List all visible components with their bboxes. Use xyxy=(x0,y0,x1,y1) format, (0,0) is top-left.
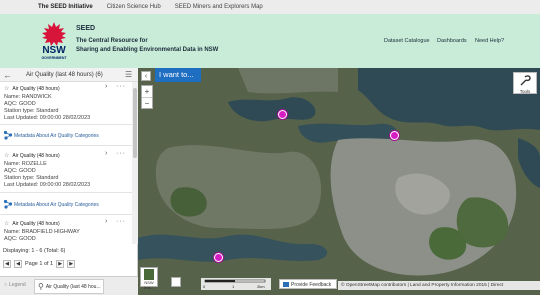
station-name: Name: ROZELLE xyxy=(4,161,47,167)
tab-label: Air Quality (last 48 hou... xyxy=(45,283,101,290)
station-marker-bradfield-highway[interactable] xyxy=(390,131,399,140)
basemap-nsw-imagery-button[interactable]: NSW Ima... xyxy=(140,267,158,290)
metadata-icon xyxy=(3,199,13,209)
zoom-out-button[interactable]: − xyxy=(142,97,152,108)
station-name: Name: BRADFIELD HIGHWAY xyxy=(4,229,80,235)
wrench-icon xyxy=(520,75,531,86)
tools-button[interactable]: Tools xyxy=(513,72,537,94)
zoom-in-button[interactable]: + xyxy=(142,86,152,97)
provide-feedback-button[interactable]: Provide Feedback xyxy=(279,279,337,289)
dashboards-link[interactable]: Dashboards xyxy=(437,38,467,44)
zoom-control: + − xyxy=(141,85,153,109)
scale-bar: 0 1 2km xyxy=(201,278,271,290)
results-list: ☆ Air Quality (48 hours) › ··· Name: RAND… xyxy=(0,82,132,244)
legend-label: Legend xyxy=(9,282,26,288)
legend-icon: ○ xyxy=(4,282,8,288)
scale-label: 1 xyxy=(232,284,235,289)
panel-header: ← Air Quality (last 48 hours) (6) ☰ xyxy=(0,68,138,82)
satellite-imagery xyxy=(138,68,540,295)
layers-icon xyxy=(144,269,154,280)
page-indicator: Page 1 of 1 xyxy=(25,261,54,267)
station-marker[interactable] xyxy=(214,253,223,262)
result-title-text: Air Quality (48 hours) xyxy=(12,86,60,92)
site-subtitle-line-2: Sharing and Enabling Environmental Data … xyxy=(76,47,219,53)
search-icon: ⚲ xyxy=(38,282,44,291)
basemap-label: NSW Ima... xyxy=(143,280,154,290)
dataset-catalogue-link[interactable]: Dataset Catalogue xyxy=(384,38,430,44)
station-aqc: AQC: GOOD xyxy=(4,101,36,107)
nsw-government-logo[interactable]: NSW GOVERNMENT xyxy=(38,20,70,64)
scale-label: 2km xyxy=(257,284,265,289)
seed-miners-map-link[interactable]: SEED Miners and Explorers Map xyxy=(175,4,263,10)
station-aqc: AQC: GOOD xyxy=(4,168,36,174)
site-subtitle-line-1: The Central Resource for xyxy=(76,38,148,44)
result-title[interactable]: ☆ Air Quality (48 hours) xyxy=(4,220,60,227)
result-title[interactable]: ☆ Air Quality (48 hours) xyxy=(4,85,60,92)
star-icon[interactable]: ☆ xyxy=(4,153,9,159)
pagination: ◀ ◀ Page 1 of 1 ▶ ▶ xyxy=(3,259,76,269)
results-count: Displaying: 1 - 6 (Total: 6) xyxy=(3,248,66,254)
collapse-panel-button[interactable]: ‹ xyxy=(141,71,151,81)
more-options-icon[interactable]: ··· xyxy=(116,83,126,90)
more-options-icon[interactable]: ··· xyxy=(116,150,126,157)
next-page-button[interactable]: ▶ xyxy=(56,260,65,268)
divider xyxy=(0,145,132,146)
legend-button[interactable]: ○ Legend xyxy=(4,282,26,288)
panel-menu-icon[interactable]: ☰ xyxy=(125,70,132,79)
metadata-icon xyxy=(3,130,13,140)
back-arrow-icon[interactable]: ← xyxy=(3,70,12,80)
last-page-button[interactable]: ▶ xyxy=(67,260,76,268)
metadata-link[interactable]: Metadata About Air Quality Categories xyxy=(14,133,99,139)
chevron-right-icon[interactable]: › xyxy=(105,83,107,90)
map-view[interactable]: ‹ I want to... + − Tools NSW Ima... 0 1 … xyxy=(138,68,540,295)
station-marker-rozelle[interactable] xyxy=(278,110,287,119)
feedback-icon xyxy=(283,282,289,287)
star-icon[interactable]: ☆ xyxy=(4,221,9,227)
i-want-to-menu[interactable]: I want to... xyxy=(155,68,201,82)
more-options-icon[interactable]: ··· xyxy=(116,218,126,225)
previous-page-button[interactable]: ◀ xyxy=(14,260,22,268)
bottom-taskbar: ○ Legend ⚲ Air Quality (last 48 hou... xyxy=(0,276,138,295)
station-aqc: AQC: GOOD xyxy=(4,236,36,242)
scrollbar-thumb[interactable] xyxy=(133,88,137,158)
air-quality-results-tab[interactable]: ⚲ Air Quality (last 48 hou... xyxy=(34,279,104,294)
tools-label: Tools xyxy=(519,89,531,94)
top-nav-bar: The SEED Initiative Citizen Science Hub … xyxy=(0,0,540,14)
station-last-updated: Last Updated: 09:00:00 28/02/2023 xyxy=(4,182,91,188)
feedback-label: Provide Feedback xyxy=(291,282,332,288)
seed-initiative-link[interactable]: The SEED Initiative xyxy=(38,4,93,10)
station-type: Station type: Standard xyxy=(4,108,59,114)
panel-title: Air Quality (last 48 hours) (6) xyxy=(26,72,103,78)
first-page-button[interactable]: ◀ xyxy=(3,260,11,268)
divider xyxy=(0,124,132,125)
site-title: SEED xyxy=(76,25,96,32)
chevron-right-icon[interactable]: › xyxy=(105,150,107,157)
star-icon[interactable]: ☆ xyxy=(4,86,9,92)
citizen-science-link[interactable]: Citizen Science Hub xyxy=(107,4,161,10)
map-attribution: © OpenStreetMap contributors | Land and … xyxy=(338,281,540,290)
logo-wordmark: NSW xyxy=(42,45,66,56)
chevron-right-icon[interactable]: › xyxy=(105,218,107,225)
scale-label: 0 xyxy=(203,284,206,289)
divider xyxy=(0,192,132,193)
basemap-toggle-button[interactable] xyxy=(171,277,181,287)
result-title[interactable]: ☆ Air Quality (48 hours) xyxy=(4,152,60,159)
station-type: Station type: Standard xyxy=(4,175,59,181)
site-header: NSW GOVERNMENT SEED The Central Resource… xyxy=(0,14,540,68)
need-help-link[interactable]: Need Help? xyxy=(475,38,504,44)
logo-subtext: GOVERNMENT xyxy=(41,56,67,60)
divider xyxy=(0,214,132,215)
result-title-text: Air Quality (48 hours) xyxy=(12,153,60,159)
station-name: Name: RANDWICK xyxy=(4,94,52,100)
results-panel: ← Air Quality (last 48 hours) (6) ☰ ☆ Air… xyxy=(0,68,138,295)
result-title-text: Air Quality (48 hours) xyxy=(12,221,60,227)
station-last-updated: Last Updated: 09:00:00 28/02/2023 xyxy=(4,115,91,121)
metadata-link[interactable]: Metadata About Air Quality Categories xyxy=(14,202,99,208)
